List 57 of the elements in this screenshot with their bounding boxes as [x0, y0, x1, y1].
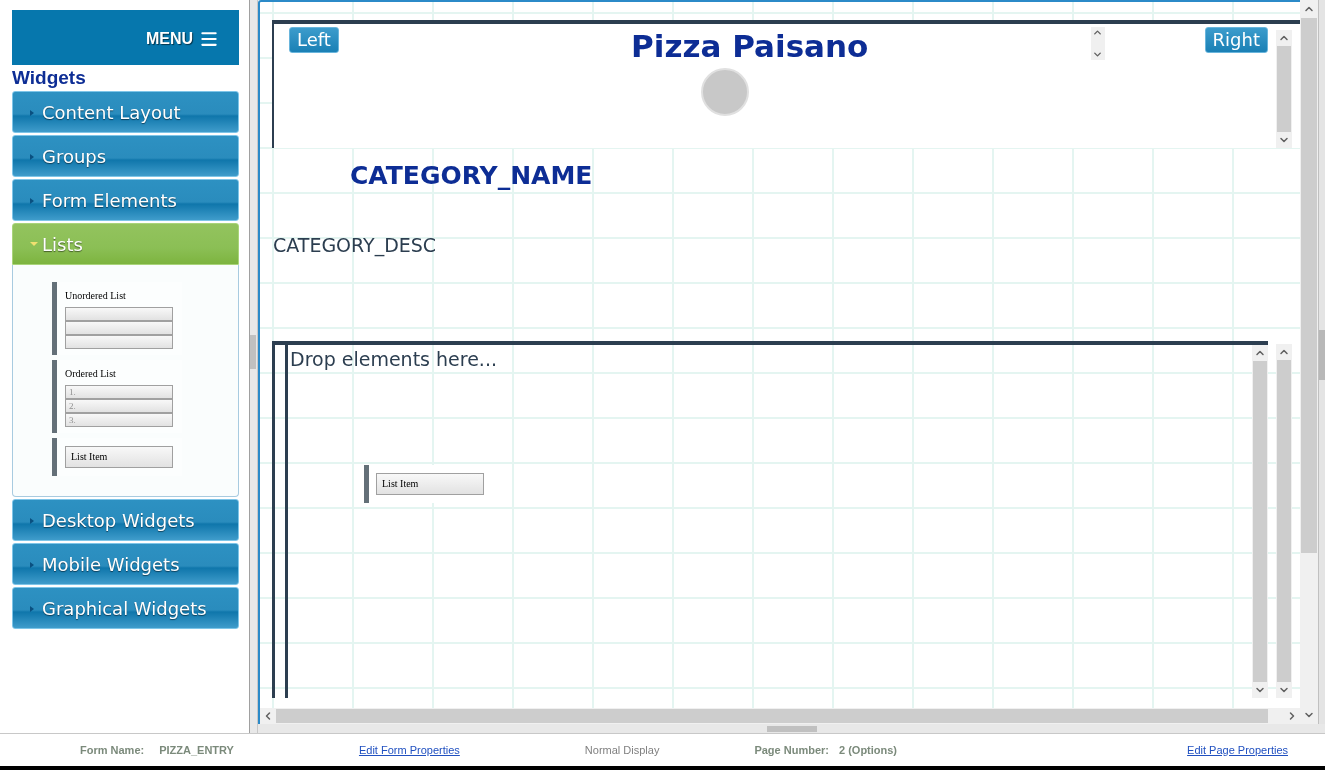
scrollbar[interactable] — [1252, 345, 1268, 698]
up-icon[interactable] — [1092, 27, 1104, 38]
page-number-label: Page Number: — [754, 742, 829, 758]
list-row: 3. — [65, 413, 173, 427]
page-scrollbar[interactable] — [1300, 0, 1318, 724]
collapsed-triangle-icon — [30, 606, 34, 612]
drop-zone[interactable]: Drop elements here... List Item — [272, 341, 1268, 698]
menu-icon[interactable] — [199, 29, 219, 49]
accordion-header[interactable]: Lists — [12, 223, 239, 265]
list-label: Unordered List — [65, 289, 127, 303]
scrollbar-thumb[interactable] — [1253, 361, 1267, 682]
accordion-header[interactable]: Mobile Widgets — [12, 543, 239, 585]
right-button[interactable]: Right — [1204, 27, 1268, 53]
drag-handle[interactable] — [52, 360, 57, 433]
collapsed-triangle-icon — [30, 562, 34, 568]
avatar-placeholder — [700, 68, 749, 116]
edit-page-link[interactable]: Edit Page Properties — [1187, 741, 1288, 759]
collapsed-triangle-icon — [30, 154, 34, 160]
accordion-header[interactable]: Desktop Widgets — [12, 499, 239, 541]
category-description: CATEGORY_DESC — [273, 233, 437, 258]
category-name: CATEGORY_NAME — [350, 160, 593, 192]
collapsed-triangle-icon — [30, 198, 34, 204]
accordion-header[interactable]: Groups — [12, 135, 239, 177]
edit-form-link[interactable]: Edit Form Properties — [358, 741, 460, 759]
list-item[interactable]: List Item — [376, 473, 484, 495]
outer-scrollbar[interactable] — [1318, 0, 1325, 724]
list-row: 1. — [65, 385, 173, 399]
expanded-triangle-icon — [30, 242, 38, 246]
scrollbar[interactable] — [1276, 344, 1292, 698]
scrollbar[interactable] — [1276, 30, 1292, 148]
collapsed-triangle-icon — [30, 518, 34, 524]
accordion-header[interactable]: Content Layout — [12, 91, 239, 133]
restaurant-title: Pizza Paisano — [630, 27, 869, 65]
form-name-value: PIZZA_ENTRY — [159, 742, 234, 758]
left-button[interactable]: Left — [289, 27, 339, 53]
horizontal-scrollbar[interactable] — [260, 708, 1300, 724]
scrollbar-thumb[interactable] — [1277, 360, 1291, 682]
drag-handle[interactable] — [364, 465, 369, 503]
form-name-label: Form Name: — [80, 742, 145, 758]
scrollbar-thumb[interactable] — [1277, 46, 1291, 132]
menu-button[interactable]: MENU — [145, 27, 219, 51]
drag-handle[interactable] — [52, 438, 57, 476]
display-mode: Normal Display — [584, 742, 660, 758]
sidebar-title: Widgets — [12, 66, 87, 90]
collapsed-triangle-icon — [30, 110, 34, 116]
drag-handle[interactable] — [52, 282, 57, 355]
drop-placeholder: Drop elements here... — [289, 347, 498, 372]
scrollbar-thumb[interactable] — [1301, 18, 1317, 553]
accordion-header[interactable]: Form Elements — [12, 179, 239, 221]
scrollbar-thumb[interactable] — [276, 709, 1268, 723]
accordion-header[interactable]: Graphical Widgets — [12, 587, 239, 629]
spinner[interactable] — [1090, 27, 1105, 60]
list-item[interactable]: List Item — [65, 446, 173, 468]
list-label: Ordered List — [65, 367, 117, 381]
down-icon[interactable] — [1092, 49, 1104, 60]
page-number-value: 2 (Options) — [839, 742, 898, 758]
list-row: 2. — [65, 399, 173, 413]
